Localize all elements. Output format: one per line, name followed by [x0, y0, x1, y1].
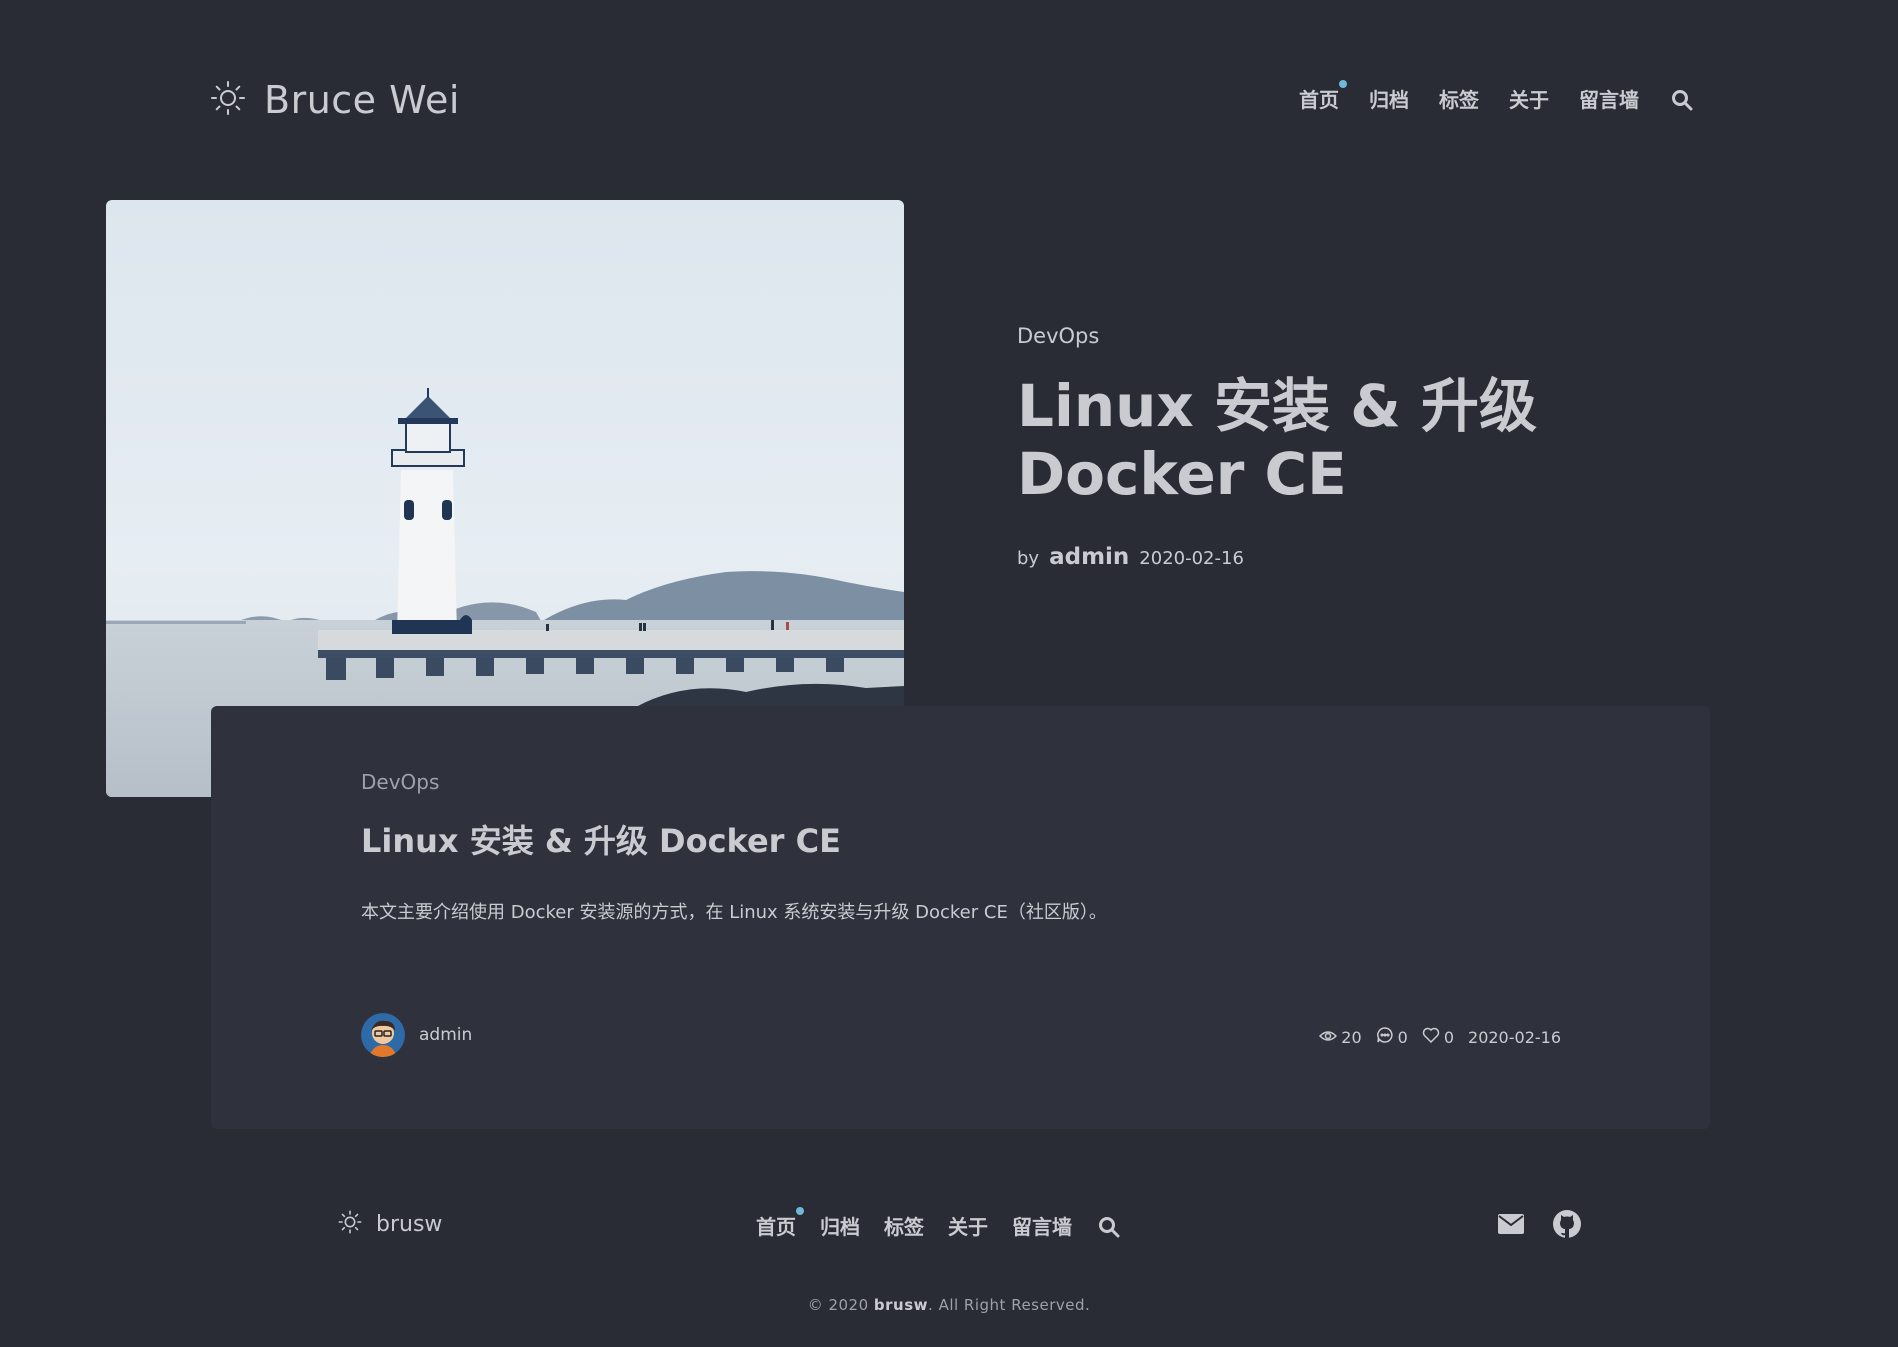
copyright: © 2020 brusw. All Right Reserved. — [0, 1296, 1898, 1314]
hero-text: DevOps Linux 安装 & 升级 Docker CE by admin … — [1017, 324, 1617, 570]
post-stats: 20 0 0 2020-02-16 — [1319, 1026, 1561, 1048]
post-date: 2020-02-16 — [1468, 1027, 1561, 1047]
nav-item-label: 首页 — [756, 1215, 796, 1239]
hero-category-link[interactable]: DevOps — [1017, 324, 1617, 348]
post-author-link[interactable]: admin — [361, 1013, 472, 1057]
github-icon[interactable] — [1552, 1209, 1582, 1239]
footer-brand-name: brusw — [376, 1211, 443, 1237]
post-card: DevOps Linux 安装 & 升级 Docker CE 本文主要介绍使用 … — [211, 706, 1710, 1129]
nav-item-label: 标签 — [884, 1215, 924, 1239]
copyright-year: © 2020 — [807, 1296, 869, 1314]
copyright-text: . All Right Reserved. — [928, 1296, 1091, 1314]
site-logo-link[interactable]: Bruce Wei — [210, 76, 460, 124]
search-icon[interactable] — [1669, 87, 1695, 113]
site-header: Bruce Wei 首页 归档 标签 关于 留言墙 — [0, 0, 1898, 200]
footer-nav-item-guestbook[interactable]: 留言墙 — [1012, 1210, 1072, 1244]
nav-item-tags[interactable]: 标签 — [1439, 83, 1479, 117]
nav-item-label: 关于 — [948, 1215, 988, 1239]
views-count: 20 — [1341, 1027, 1362, 1047]
nav-item-label: 标签 — [1439, 88, 1479, 112]
nav-item-guestbook[interactable]: 留言墙 — [1579, 83, 1639, 117]
eye-icon — [1319, 1028, 1338, 1047]
footer-nav-item-home[interactable]: 首页 — [756, 1207, 804, 1244]
nav-item-label: 归档 — [820, 1215, 860, 1239]
comments-count: 0 — [1397, 1027, 1408, 1047]
nav-item-archive[interactable]: 归档 — [1369, 83, 1409, 117]
likes-count: 0 — [1443, 1027, 1455, 1047]
footer-logo-link[interactable]: brusw — [338, 1210, 442, 1238]
post-author-name: admin — [419, 1025, 473, 1045]
views-stat: 20 — [1319, 1027, 1362, 1047]
nav-item-about[interactable]: 关于 — [1509, 83, 1549, 117]
post-card-content: DevOps Linux 安装 & 升级 Docker CE 本文主要介绍使用 … — [361, 770, 1561, 1057]
nav-item-label: 归档 — [1369, 88, 1409, 112]
site-footer: brusw 首页 归档 标签 关于 留言墙 © 2020 brusw. All … — [0, 1190, 1898, 1347]
comments-stat[interactable]: 0 — [1376, 1026, 1408, 1048]
main-nav: 首页 归档 标签 关于 留言墙 — [1299, 80, 1695, 117]
site-title: Bruce Wei — [264, 78, 460, 122]
avatar — [361, 1013, 405, 1057]
post-meta: admin 20 0 0 2020-02-16 — [361, 1013, 1561, 1059]
hero-meta: by admin 2020-02-16 — [1017, 544, 1617, 570]
footer-nav: 首页 归档 标签 关于 留言墙 — [756, 1207, 1122, 1244]
active-indicator-dot — [1339, 80, 1347, 88]
sun-icon — [338, 1210, 362, 1238]
active-indicator-dot — [796, 1207, 804, 1215]
nav-item-label: 首页 — [1299, 88, 1339, 112]
nav-item-label: 关于 — [1509, 88, 1549, 112]
hero-date: 2020-02-16 — [1139, 548, 1244, 569]
sun-icon — [210, 80, 246, 120]
nav-item-label: 留言墙 — [1579, 88, 1639, 112]
heart-icon — [1422, 1027, 1440, 1047]
nav-item-label: 留言墙 — [1012, 1215, 1072, 1239]
hero-author-link[interactable]: admin — [1049, 544, 1129, 570]
nav-item-home[interactable]: 首页 — [1299, 80, 1347, 117]
hero-title[interactable]: Linux 安装 & 升级 Docker CE — [1017, 372, 1617, 508]
footer-nav-item-tags[interactable]: 标签 — [884, 1210, 924, 1244]
footer-nav-item-about[interactable]: 关于 — [948, 1210, 988, 1244]
likes-stat[interactable]: 0 — [1422, 1027, 1454, 1047]
post-category-link[interactable]: DevOps — [361, 770, 439, 794]
post-excerpt: 本文主要介绍使用 Docker 安装源的方式，在 Linux 系统安装与升级 D… — [361, 902, 1107, 923]
footer-nav-item-archive[interactable]: 归档 — [820, 1210, 860, 1244]
copyright-name[interactable]: brusw — [874, 1296, 928, 1314]
post-title-link[interactable]: Linux 安装 & 升级 Docker CE — [361, 816, 1561, 862]
footer-social-links — [1496, 1209, 1582, 1239]
hero-by-label: by — [1017, 548, 1040, 569]
mail-icon[interactable] — [1496, 1209, 1526, 1239]
comment-icon — [1376, 1026, 1394, 1048]
search-icon[interactable] — [1096, 1214, 1122, 1240]
